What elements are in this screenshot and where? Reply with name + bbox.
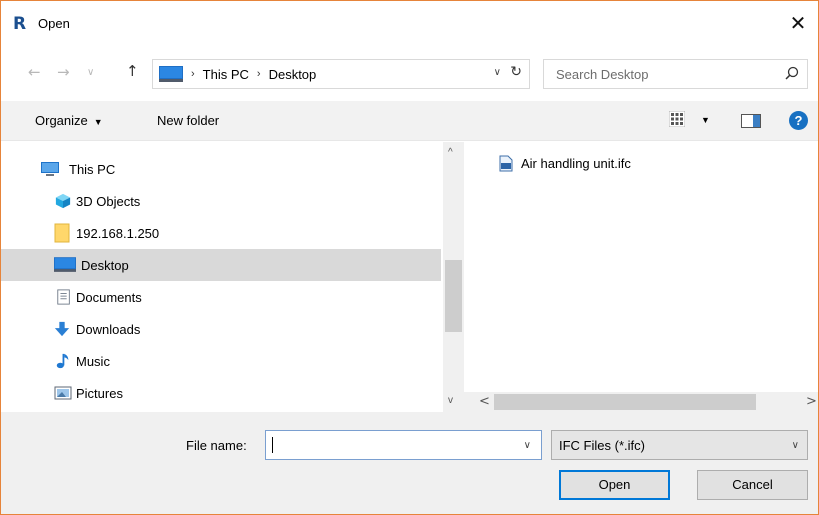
open-dialog: R Open ✕ ← → ∨ ↑ › This PC › Desktop ∨ ↻… <box>0 0 819 515</box>
sidebar-item-label: Pictures <box>76 385 123 401</box>
sidebar-item-music[interactable]: Music <box>1 345 441 377</box>
file-name-input[interactable]: ∨ <box>265 430 542 460</box>
text-cursor <box>272 437 273 453</box>
file-name-dropdown-chevron-icon[interactable]: ∨ <box>524 440 531 451</box>
organize-label: Organize <box>35 113 88 128</box>
address-dropdown-chevron-icon[interactable]: ∨ <box>494 67 501 78</box>
list-item[interactable]: Air handling unit.ifc <box>499 155 631 172</box>
sidebar-item-label: This PC <box>69 161 116 177</box>
file-name-label: Air handling unit.ifc <box>521 156 631 171</box>
up-arrow-icon[interactable]: ↑ <box>126 62 139 80</box>
title-bar: R Open ✕ <box>1 1 818 45</box>
new-folder-button[interactable]: New folder <box>157 113 219 128</box>
breadcrumb-this-pc[interactable]: This PC <box>203 67 249 82</box>
address-bar[interactable]: › This PC › Desktop ∨ ↻ <box>152 59 530 89</box>
sidebar-item-label: 192.168.1.250 <box>76 225 160 241</box>
revit-logo-icon: R <box>13 14 27 34</box>
dialog-title: Open <box>38 16 70 31</box>
recent-locations-chevron-icon[interactable]: ∨ <box>87 67 94 78</box>
organize-menu-button[interactable]: Organize ▼ <box>35 113 103 128</box>
sidebar-item-documents[interactable]: Documents <box>1 281 441 313</box>
scrollbar-thumb[interactable] <box>445 260 462 332</box>
sidebar-item-pictures[interactable]: Pictures <box>1 377 441 409</box>
sidebar-item-this-pc[interactable]: This PC <box>1 153 441 185</box>
navigation-pane: This PC 3D Objects 192.168.1.250 Desktop <box>1 142 441 412</box>
preview-pane-icon[interactable] <box>741 114 761 128</box>
breadcrumb-desktop[interactable]: Desktop <box>269 67 317 82</box>
search-box[interactable]: Search Desktop <box>543 59 808 89</box>
forward-arrow-icon[interactable]: → <box>57 63 70 81</box>
file-name-label: File name: <box>186 438 247 453</box>
search-icon[interactable] <box>785 66 799 80</box>
scroll-right-arrow-icon[interactable]: > <box>806 394 817 409</box>
view-options-icon[interactable] <box>669 111 685 127</box>
sidebar-item-label: Desktop <box>81 257 129 273</box>
open-button[interactable]: Open <box>559 470 670 500</box>
file-type-select[interactable]: IFC Files (*.ifc) ∨ <box>551 430 808 460</box>
sidebar-item-label: Music <box>76 353 110 369</box>
file-list: Air handling unit.ifc <box>464 142 818 392</box>
file-list-horizontal-scrollbar[interactable]: < > <box>464 392 818 412</box>
cancel-button[interactable]: Cancel <box>697 470 808 500</box>
refresh-icon[interactable]: ↻ <box>510 64 522 80</box>
document-icon <box>57 289 70 305</box>
breadcrumb-separator: › <box>256 68 261 80</box>
command-toolbar: Organize ▼ New folder ▼ ? <box>1 101 818 141</box>
caret-down-icon: ▼ <box>93 117 103 127</box>
scrollbar-thumb[interactable] <box>494 394 756 410</box>
back-arrow-icon[interactable]: ← <box>28 63 41 81</box>
dialog-footer: File name: ∨ IFC Files (*.ifc) ∨ Open Ca… <box>1 412 818 514</box>
scroll-left-arrow-icon[interactable]: < <box>479 394 490 409</box>
download-icon <box>54 321 70 337</box>
help-icon[interactable]: ? <box>789 111 808 130</box>
desktop-icon <box>159 65 183 82</box>
address-row: ← → ∨ ↑ › This PC › Desktop ∨ ↻ Search D… <box>1 59 818 93</box>
scroll-down-arrow-icon[interactable]: v <box>448 395 453 406</box>
cube-icon <box>55 193 71 209</box>
close-button[interactable]: ✕ <box>778 5 818 41</box>
ifc-file-icon <box>499 155 513 172</box>
file-type-chevron-icon: ∨ <box>791 440 799 451</box>
scroll-up-arrow-icon[interactable]: ^ <box>448 147 453 158</box>
sidebar-item-label: 3D Objects <box>76 193 141 209</box>
breadcrumb-separator: › <box>191 68 195 80</box>
pictures-icon <box>54 386 72 400</box>
folder-icon <box>54 223 70 243</box>
view-dropdown-icon[interactable]: ▼ <box>701 115 710 125</box>
sidebar-item-3d-objects[interactable]: 3D Objects <box>1 185 441 217</box>
computer-icon <box>41 162 59 176</box>
sidebar-item-network-folder[interactable]: 192.168.1.250 <box>1 217 441 249</box>
sidebar-item-label: Documents <box>76 289 142 305</box>
file-type-value: IFC Files (*.ifc) <box>559 438 645 453</box>
desktop-icon <box>54 257 76 272</box>
music-icon <box>56 353 69 369</box>
sidebar-item-desktop[interactable]: Desktop <box>1 249 441 281</box>
sidebar-item-label: Downloads <box>76 321 141 337</box>
search-input[interactable]: Search Desktop <box>556 67 649 82</box>
navigation-scrollbar[interactable]: ^ v <box>443 142 464 412</box>
sidebar-item-downloads[interactable]: Downloads <box>1 313 441 345</box>
